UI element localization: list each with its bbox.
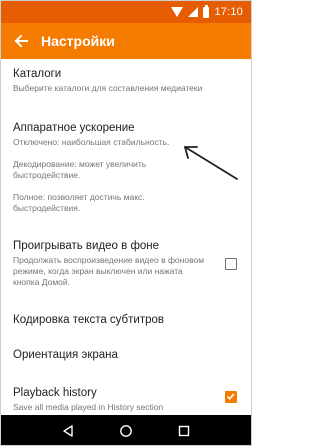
setting-catalogs[interactable]: Каталоги Выберите каталоги для составлен…	[1, 67, 251, 94]
setting-orientation[interactable]: Ориентация экрана	[1, 348, 251, 362]
setting-playback-history-summary: Save all media played in History section	[13, 402, 164, 412]
recents-square-icon[interactable]	[177, 424, 191, 438]
setting-playback-history[interactable]: Playback history Save all media played i…	[1, 386, 251, 413]
arrow-left-icon	[14, 34, 28, 48]
navigation-bar	[1, 415, 251, 445]
check-icon	[226, 393, 235, 400]
setting-hw-accel-title: Аппаратное ускорение	[13, 122, 135, 134]
annotation-arrow-icon	[184, 146, 238, 180]
battery-icon	[203, 4, 210, 18]
setting-hw-accel-summary-3: Полное: позволяет достичь макс. быстроде…	[13, 192, 145, 213]
setting-subtitle-encoding-title: Кодировка текста субтитров	[13, 314, 164, 326]
home-circle-icon[interactable]	[119, 424, 133, 438]
page-title: Настройки	[41, 33, 115, 49]
setting-background-play-title: Проигрывать видео в фоне	[13, 240, 160, 252]
setting-subtitle-encoding[interactable]: Кодировка текста субтитров	[1, 313, 251, 327]
setting-catalogs-summary: Выберите каталоги для составления медиат…	[13, 83, 203, 93]
playback-history-checkbox[interactable]	[225, 391, 237, 403]
setting-background-play-summary: Продолжать воспроизведение видео в фонов…	[13, 255, 205, 287]
setting-playback-history-title: Playback history	[13, 387, 97, 399]
setting-orientation-title: Ориентация экрана	[13, 349, 118, 361]
app-bar: Настройки	[1, 23, 251, 59]
status-time: 17:10	[214, 6, 243, 18]
back-button[interactable]	[1, 23, 41, 59]
wifi-icon	[171, 7, 184, 17]
setting-catalogs-title: Каталоги	[13, 68, 62, 80]
status-bar: 17:10	[1, 1, 251, 23]
setting-background-play[interactable]: Проигрывать видео в фоне Продолжать восп…	[1, 239, 251, 288]
signal-icon	[188, 7, 199, 17]
setting-hw-accel-summary-2: Декодирование: может увеличить быстродей…	[13, 159, 147, 180]
screen: 17:10 Настройки Каталоги Выберите катало…	[0, 0, 252, 446]
background-play-checkbox[interactable]	[225, 258, 237, 270]
back-triangle-icon[interactable]	[61, 424, 75, 438]
